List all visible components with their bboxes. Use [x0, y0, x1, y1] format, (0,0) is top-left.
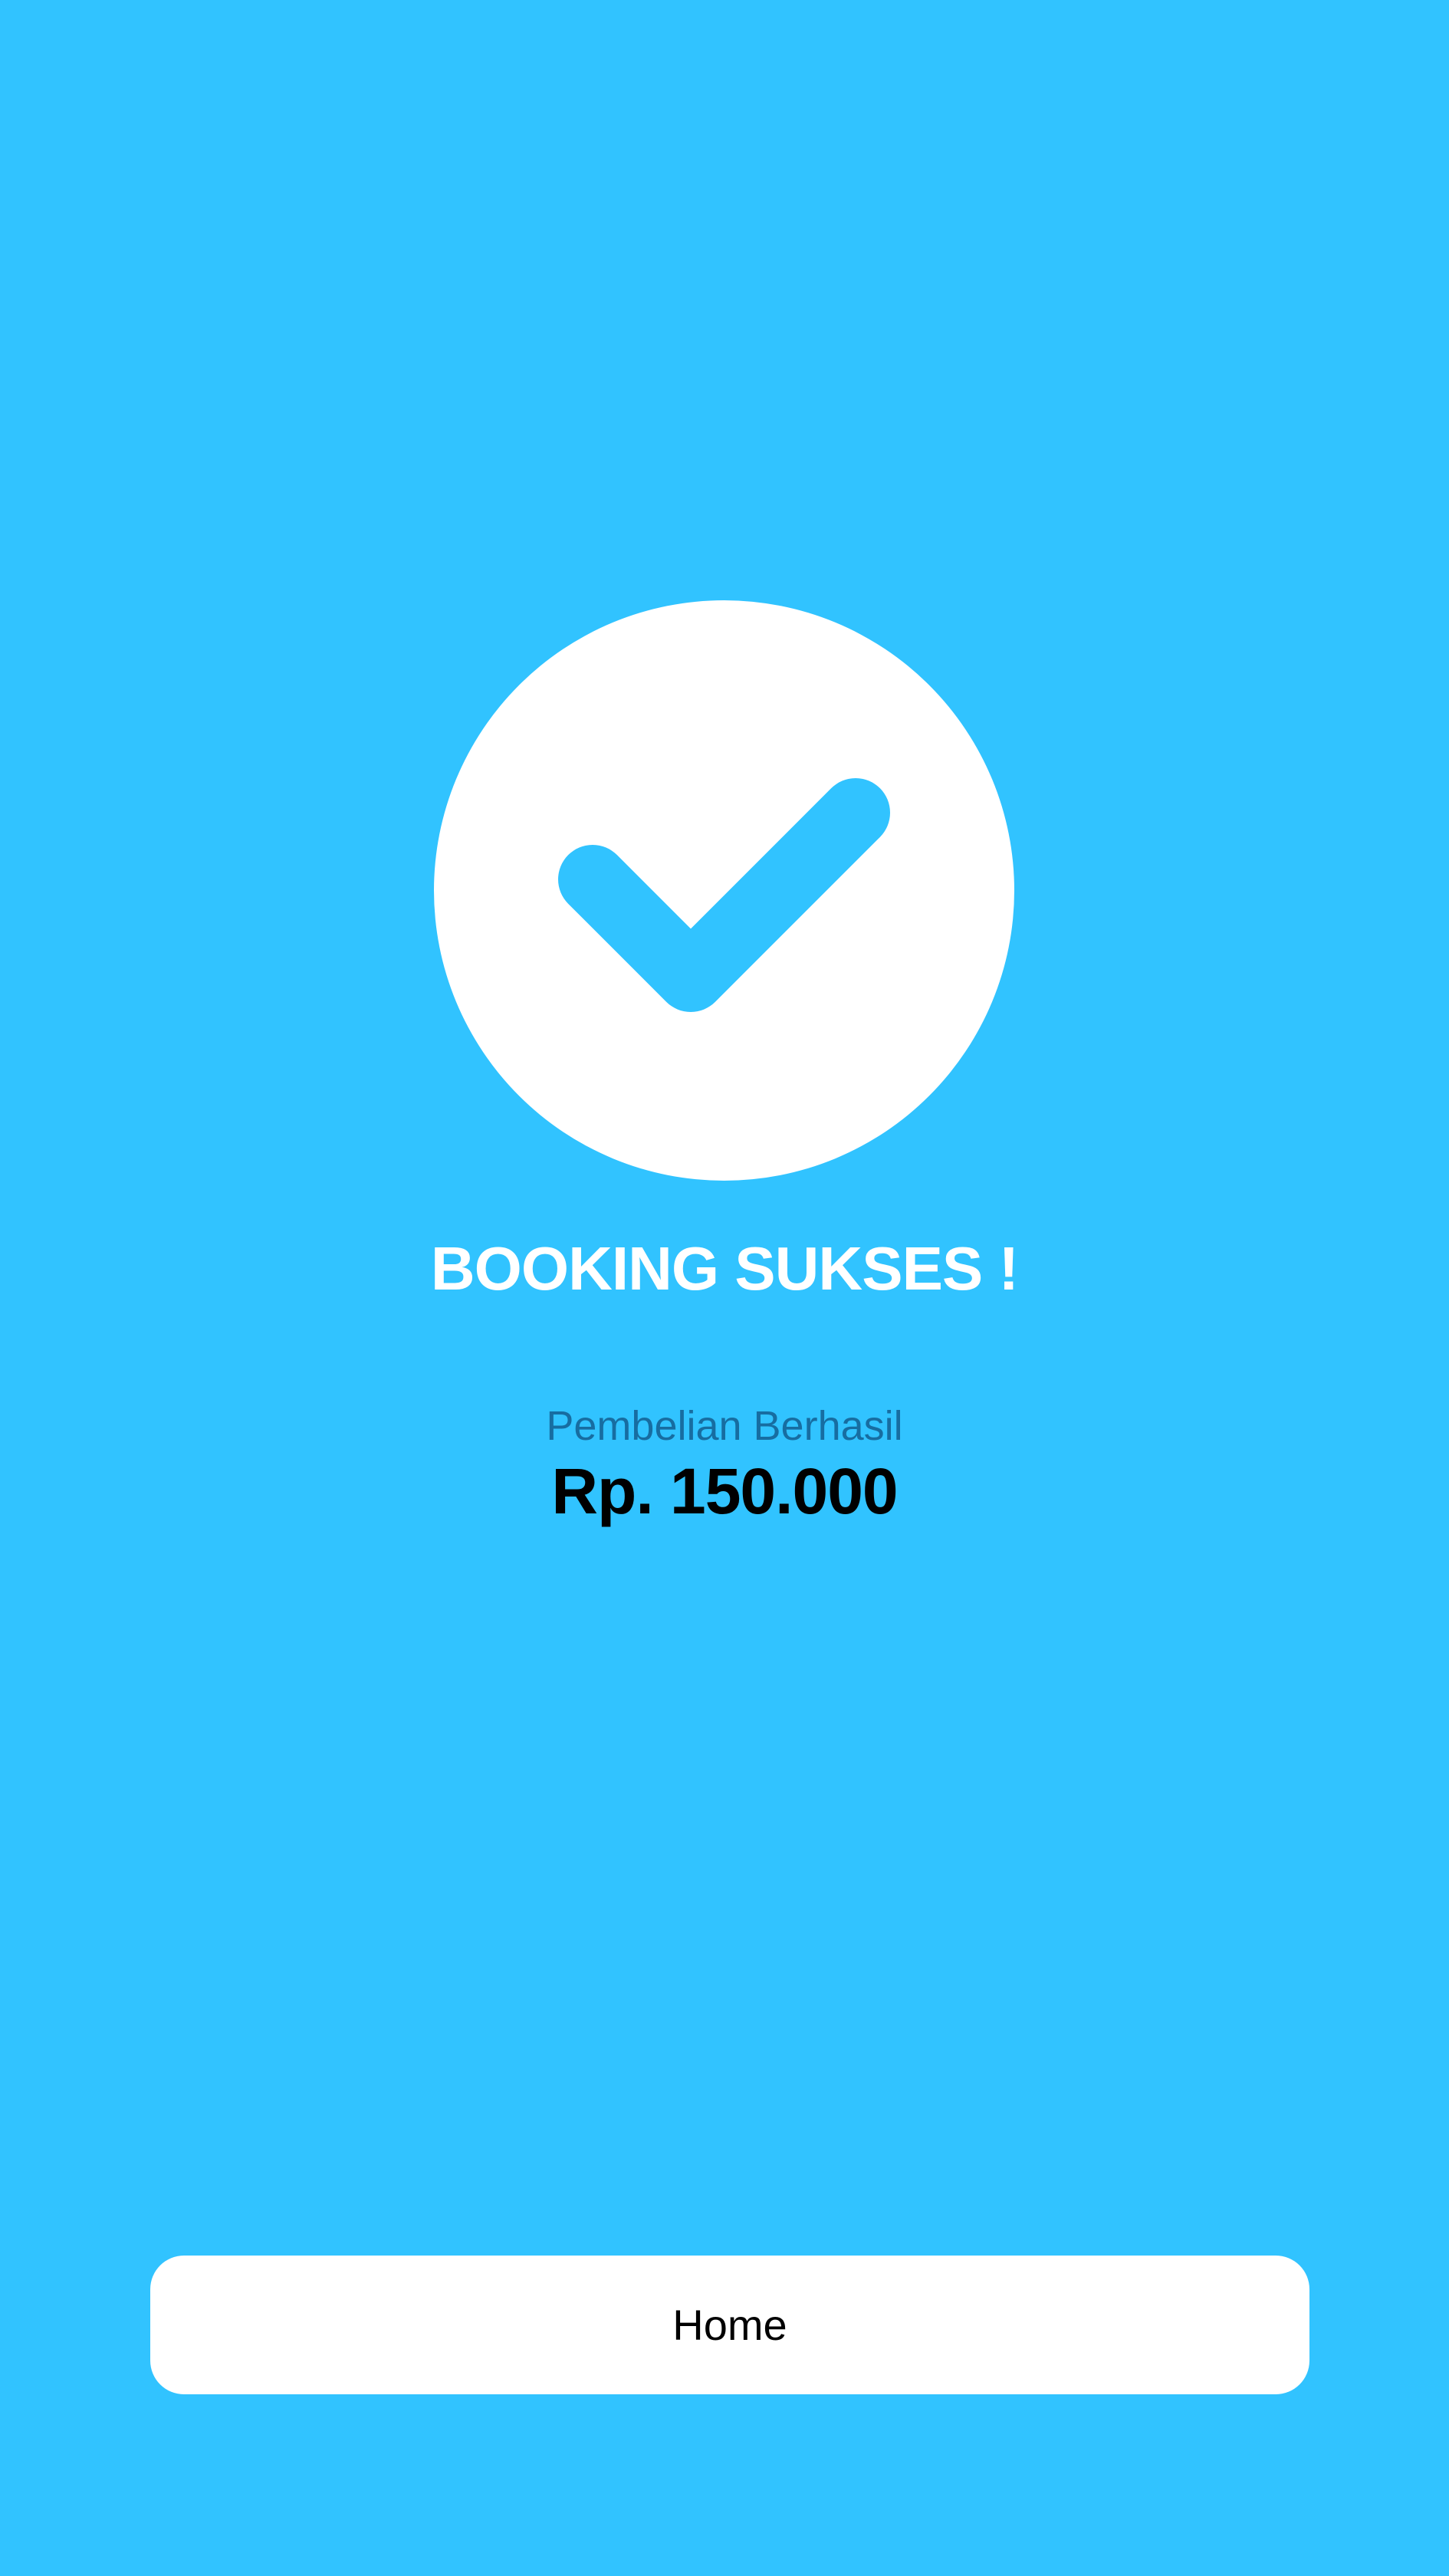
purchase-status-text: Pembelian Berhasil: [546, 1403, 903, 1449]
check-circle-icon: [434, 600, 1014, 1181]
home-button[interactable]: Home: [150, 2256, 1309, 2394]
booking-success-screen: BOOKING SUKSES ! Pembelian Berhasil Rp. …: [0, 0, 1449, 2576]
purchase-amount: Rp. 150.000: [551, 1455, 898, 1527]
home-button-label: Home: [672, 2300, 787, 2349]
booking-success-title: BOOKING SUKSES !: [430, 1234, 1019, 1303]
checkmark-icon: [558, 778, 890, 1012]
